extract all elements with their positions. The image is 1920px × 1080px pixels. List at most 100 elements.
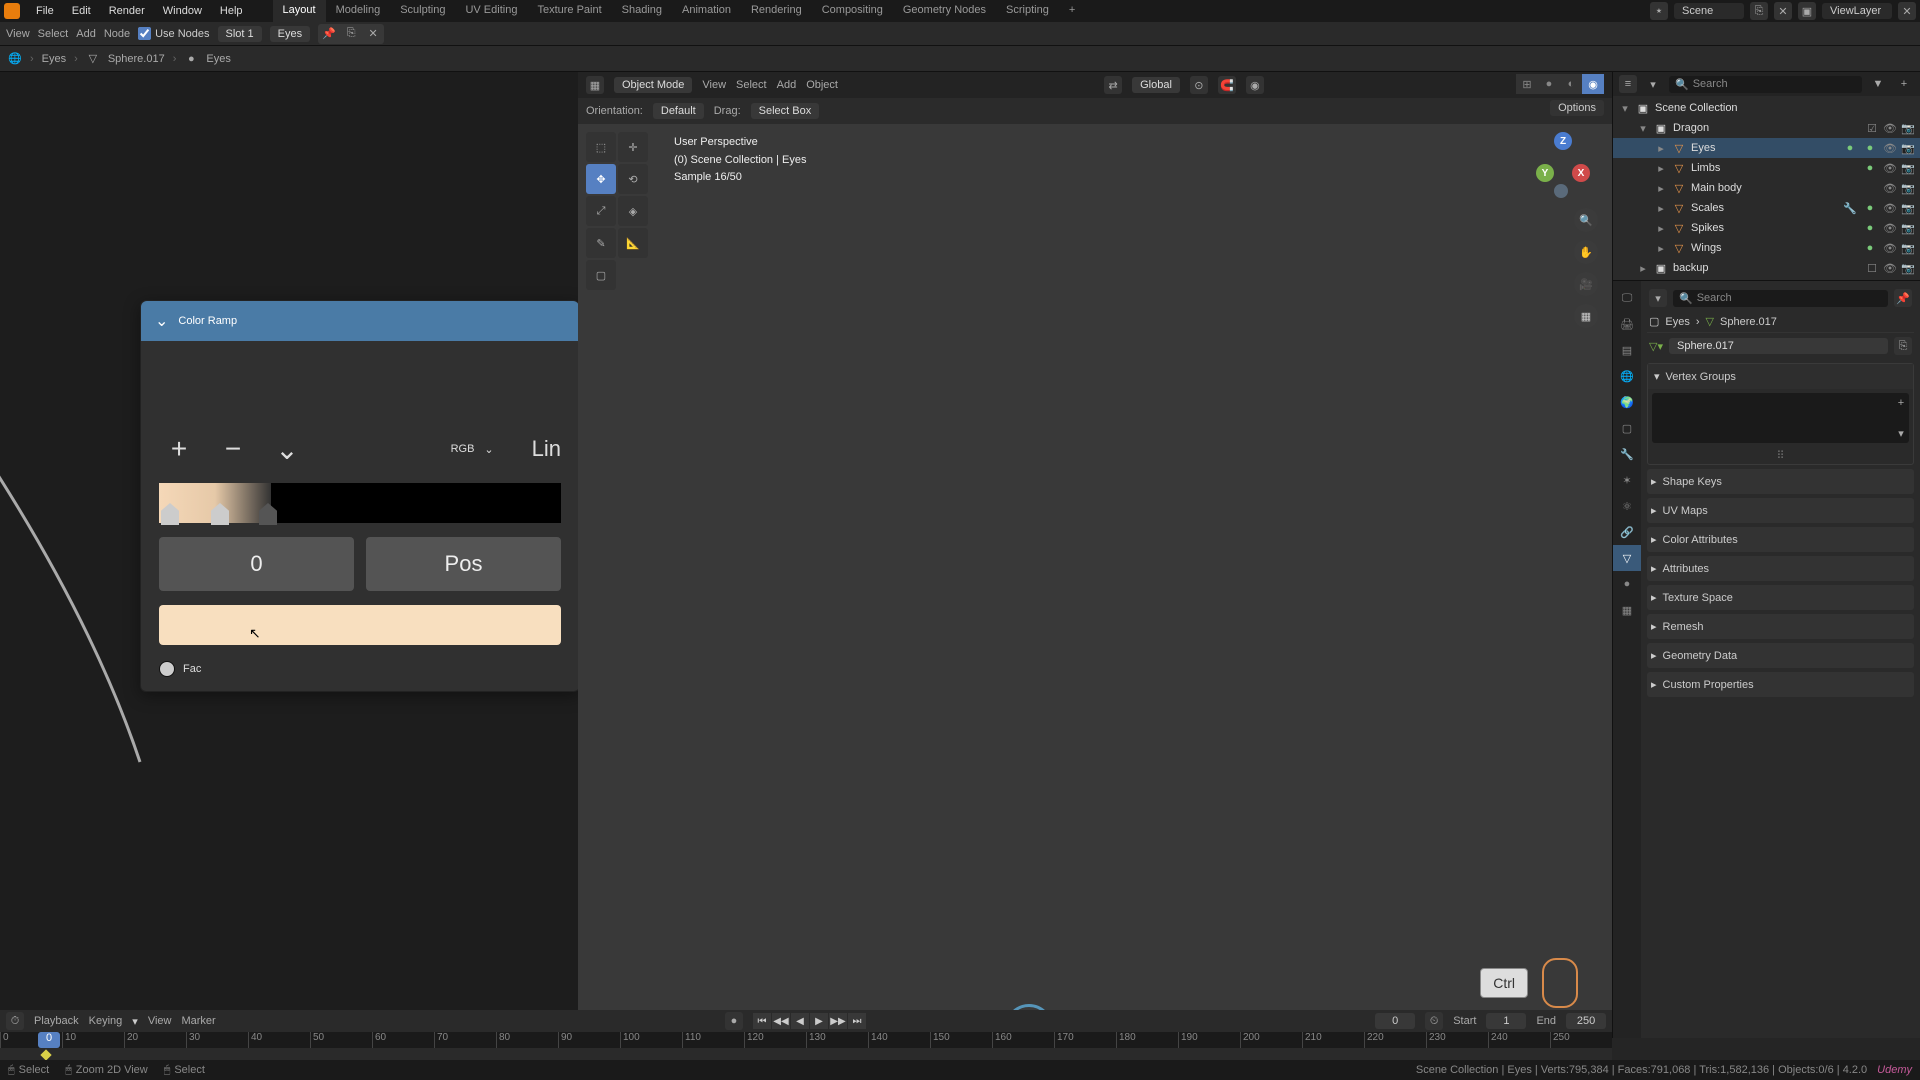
camera-icon[interactable]: 🎥 [1574, 272, 1598, 296]
proptab-world[interactable]: 🌍 [1613, 389, 1641, 415]
bc-obj[interactable]: Eyes [1665, 316, 1689, 328]
options-button[interactable]: Options [1550, 100, 1604, 116]
bc-mesh[interactable]: Sphere.017 [1720, 316, 1777, 328]
eye-icon[interactable]: 👁 [1882, 240, 1898, 256]
addcube-tool[interactable]: ▢ [586, 260, 616, 290]
properties-search[interactable]: 🔍 Search [1673, 290, 1888, 307]
exclude-icon[interactable]: ☑ [1864, 120, 1880, 136]
viewlayer-del-icon[interactable]: ✕ [1898, 2, 1916, 20]
expand-icon[interactable]: ▸ [1655, 162, 1667, 175]
section-texture-space[interactable]: ▸Texture Space [1647, 585, 1914, 610]
ramp-colormode-dropdown[interactable]: RGB ⌄ [451, 443, 500, 456]
tl-playback[interactable]: Playback [34, 1015, 79, 1027]
tab-texpaint[interactable]: Texture Paint [527, 0, 611, 22]
tab-sculpting[interactable]: Sculpting [390, 0, 455, 22]
chevron-down-icon[interactable]: ⌄ [155, 311, 168, 331]
perspective-icon[interactable]: ▦ [1574, 304, 1598, 328]
proptab-modifiers[interactable]: 🔧 [1613, 441, 1641, 467]
menu-file[interactable]: File [28, 2, 62, 20]
play-button[interactable]: ▶ [810, 1013, 828, 1029]
drag-selectbox[interactable]: Select Box [751, 103, 820, 119]
section-remesh[interactable]: ▸Remesh [1647, 614, 1914, 639]
vh-view[interactable]: View [702, 79, 726, 91]
tree-scene-collection[interactable]: ▾ ▣ Scene Collection [1613, 98, 1920, 118]
rotate-tool[interactable]: ⟲ [618, 164, 648, 194]
tree-object-mainbody[interactable]: ▸ ▽ Main body 👁📷 [1613, 178, 1920, 198]
bc-mesh[interactable]: Sphere.017 [108, 53, 165, 65]
color-ramp-node[interactable]: ⌄ Color Ramp + − ⌄ RGB ⌄ Lin [140, 300, 578, 692]
section-color-attributes[interactable]: ▸Color Attributes [1647, 527, 1914, 552]
expand-icon[interactable]: ▸ [1655, 222, 1667, 235]
vh-select[interactable]: Select [736, 79, 767, 91]
ramp-interp-label[interactable]: Lin [532, 436, 561, 462]
bc-material[interactable]: Eyes [206, 53, 230, 65]
render-icon[interactable]: 📷 [1900, 140, 1916, 156]
filter-icon[interactable]: ▼ [1868, 74, 1888, 94]
proportional-icon[interactable]: ◉ [1246, 76, 1264, 94]
tree-object-eyes[interactable]: ▸ ▽ Eyes ●● 👁📷 [1613, 138, 1920, 158]
expand-icon[interactable]: ▾ [1637, 122, 1649, 135]
proptab-material[interactable]: ● [1613, 571, 1641, 597]
gizmo-neg-axis[interactable] [1554, 184, 1568, 198]
proptab-data[interactable]: ▽ [1613, 545, 1641, 571]
jump-end-button[interactable]: ⏭ [848, 1013, 866, 1029]
ramp-pos-field[interactable]: Pos [366, 537, 561, 591]
use-nodes-checkbox[interactable]: Use Nodes [138, 27, 209, 40]
tab-compositing[interactable]: Compositing [812, 0, 893, 22]
jump-start-button[interactable]: ⏮ [753, 1013, 771, 1029]
ramp-remove-stop-button[interactable]: − [213, 429, 253, 469]
expand-icon[interactable]: ▸ [1655, 202, 1667, 215]
render-icon[interactable]: 📷 [1900, 260, 1916, 276]
end-frame-field[interactable]: 250 [1566, 1013, 1606, 1029]
scene-icon[interactable]: ⭑ [1650, 2, 1668, 20]
next-key-button[interactable]: ▶▶ [829, 1013, 847, 1029]
eye-icon[interactable]: 👁 [1882, 260, 1898, 276]
nh-node[interactable]: Node [104, 28, 130, 40]
shading-matprev[interactable]: ◐ [1560, 74, 1582, 94]
measure-tool[interactable]: 📐 [618, 228, 648, 258]
bc-object[interactable]: Eyes [42, 53, 66, 65]
tab-add[interactable]: + [1059, 0, 1085, 22]
ramp-index-field[interactable]: 0 [159, 537, 354, 591]
render-icon[interactable]: 📷 [1900, 120, 1916, 136]
render-icon[interactable]: 📷 [1900, 200, 1916, 216]
menu-help[interactable]: Help [212, 2, 251, 20]
cursor-tool[interactable]: ✛ [618, 132, 648, 162]
proptab-texture[interactable]: ▦ [1613, 597, 1641, 623]
scale-tool[interactable]: ⤢ [586, 196, 616, 226]
play-reverse-button[interactable]: ◀ [791, 1013, 809, 1029]
list-resize-handle[interactable]: ⠿ [1648, 447, 1913, 464]
display-mode-icon[interactable]: ▾ [1643, 74, 1663, 94]
chevron-down-icon[interactable]: ▾ [132, 1015, 138, 1028]
node-header[interactable]: ⌄ Color Ramp [141, 301, 578, 341]
scene-new-icon[interactable]: ⎘ [1750, 2, 1768, 20]
fac-input-socket[interactable] [159, 661, 175, 677]
tab-rendering[interactable]: Rendering [741, 0, 812, 22]
proptab-render[interactable]: 🖵 [1613, 285, 1641, 311]
section-uv-maps[interactable]: ▸UV Maps [1647, 498, 1914, 523]
keyframe-icon[interactable] [40, 1049, 51, 1060]
gizmo-z-axis[interactable]: Z [1554, 132, 1572, 150]
section-vertex-groups[interactable]: ▾Vertex Groups [1648, 364, 1913, 389]
vh-object[interactable]: Object [806, 79, 838, 91]
eye-icon[interactable]: 👁 [1882, 220, 1898, 236]
ramp-add-stop-button[interactable]: + [159, 429, 199, 469]
tab-layout[interactable]: Layout [273, 0, 326, 22]
pin-icon[interactable]: 📌 [318, 24, 340, 44]
autokey-icon[interactable]: ● [725, 1012, 743, 1030]
proptab-constraints[interactable]: 🔗 [1613, 519, 1641, 545]
pan-icon[interactable]: ✋ [1574, 240, 1598, 264]
slot-field[interactable]: Slot 1 [218, 26, 262, 42]
pin-icon[interactable]: 📌 [1894, 289, 1912, 307]
render-icon[interactable]: 📷 [1900, 240, 1916, 256]
proptab-physics[interactable]: ⚛ [1613, 493, 1641, 519]
mesh-browse-icon[interactable]: ⎘ [1894, 337, 1912, 355]
timeline-ruler[interactable]: 0 01020304050607080901001101201301401501… [0, 1032, 1612, 1048]
scene-field[interactable]: Scene [1674, 3, 1744, 19]
transform-tool[interactable]: ◈ [618, 196, 648, 226]
timeline-track[interactable] [0, 1048, 1612, 1060]
material-field[interactable]: Eyes [270, 26, 310, 42]
expand-icon[interactable]: ▸ [1655, 182, 1667, 195]
viewlayer-field[interactable]: ViewLayer [1822, 3, 1892, 19]
zoom-icon[interactable]: 🔍 [1574, 208, 1598, 232]
